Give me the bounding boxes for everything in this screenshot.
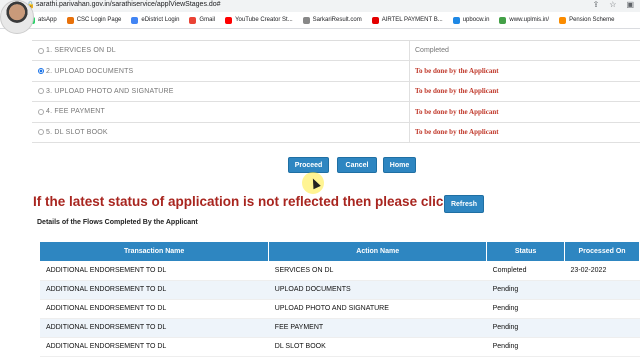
bookmark-favicon-icon bbox=[302, 16, 310, 24]
bookmark-item[interactable]: AIRTEL PAYMENT B... bbox=[371, 16, 443, 24]
cell-transaction-name: ADDITIONAL ENDORSEMENT TO DL bbox=[40, 318, 269, 338]
stage-name: 4. FEE PAYMENT bbox=[46, 108, 105, 116]
share-icon[interactable]: ⇪ bbox=[593, 0, 600, 9]
stage-status: Completed bbox=[415, 47, 449, 55]
bookmarks-bar: atsApp CSC Login Page eDistrict Login Gmail… bbox=[0, 12, 640, 29]
application-stages-table: 1. SERVICES ON DL Completed 2. UPLOAD DOCU… bbox=[32, 40, 640, 143]
cell-action-name: FEE PAYMENT bbox=[268, 318, 487, 338]
cell-status: Pending bbox=[486, 318, 565, 338]
table-row: ADDITIONAL ENDORSEMENT TO DL DL SLOT BOOK… bbox=[40, 337, 640, 357]
stage-row: 5. DL SLOT BOOK To be done by the Applica… bbox=[32, 122, 640, 143]
bookmark-label: AIRTEL PAYMENT B... bbox=[381, 17, 443, 23]
cell-transaction-name: ADDITIONAL ENDORSEMENT TO DL bbox=[40, 337, 269, 357]
bookmark-label: eDistrict Login bbox=[141, 17, 180, 23]
stage-row: 4. FEE PAYMENT To be done by the Applican… bbox=[32, 102, 640, 123]
cell-status: Pending bbox=[486, 337, 565, 357]
refresh-button[interactable]: Refresh bbox=[444, 195, 484, 213]
column-divider bbox=[409, 81, 410, 102]
bookmark-favicon-icon bbox=[371, 16, 379, 24]
stage-name: 3. UPLOAD PHOTO AND SIGNATURE bbox=[46, 87, 174, 95]
cell-transaction-name: ADDITIONAL ENDORSEMENT TO DL bbox=[40, 280, 269, 300]
cell-action-name: SERVICES ON DL bbox=[268, 261, 487, 281]
stage-status: To be done by the Applicant bbox=[415, 67, 499, 76]
table-row: ADDITIONAL ENDORSEMENT TO DL SERVICES ON … bbox=[40, 261, 640, 281]
column-divider bbox=[409, 102, 410, 122]
column-divider bbox=[409, 122, 410, 142]
stage-radio[interactable] bbox=[38, 108, 44, 115]
table-row: ADDITIONAL ENDORSEMENT TO DL FEE PAYMENT P… bbox=[40, 318, 640, 338]
status-notice: If the latest status of application is n… bbox=[33, 194, 472, 209]
cell-status: Pending bbox=[486, 299, 565, 319]
url-text[interactable]: sarathi.parivahan.gov.in/sarathiservice/… bbox=[36, 1, 221, 8]
cell-action-name: UPLOAD PHOTO AND SIGNATURE bbox=[268, 299, 487, 319]
bookmark-item[interactable]: Gmail bbox=[189, 16, 216, 24]
header-processed-on: Processed On bbox=[564, 242, 640, 261]
stage-name: 5. DL SLOT BOOK bbox=[46, 128, 108, 136]
cell-processed-on bbox=[564, 280, 640, 300]
cell-transaction-name: ADDITIONAL ENDORSEMENT TO DL bbox=[40, 261, 269, 281]
proceed-button[interactable]: Proceed bbox=[288, 157, 329, 173]
bookmark-item[interactable]: YouTube Creator St... bbox=[225, 16, 293, 24]
bookmark-favicon-icon bbox=[452, 16, 460, 24]
stage-radio[interactable] bbox=[38, 68, 44, 75]
bookmark-favicon-icon bbox=[559, 16, 567, 24]
cell-action-name: DL SLOT BOOK bbox=[268, 337, 487, 357]
column-divider bbox=[409, 41, 410, 61]
bookmark-label: www.uplmis.in/ bbox=[509, 17, 550, 23]
webcam-overlay bbox=[0, 0, 34, 34]
bookmark-item[interactable]: upbocw.in bbox=[452, 16, 490, 24]
bookmark-label: Pension Scheme bbox=[569, 17, 615, 23]
browser-actions: ⇪ ☆ ▣ bbox=[593, 0, 634, 9]
header-transaction-name: Transaction Name bbox=[40, 242, 270, 261]
star-icon[interactable]: ☆ bbox=[609, 0, 616, 9]
bookmark-label: YouTube Creator St... bbox=[235, 17, 293, 23]
bookmark-label: atsApp bbox=[38, 17, 57, 23]
header-action-name: Action Name bbox=[268, 242, 488, 261]
flows-table: Transaction Name Action Name Status Proc… bbox=[40, 242, 640, 357]
cell-processed-on: 23-02-2022 bbox=[564, 261, 640, 281]
bookmark-favicon-icon bbox=[189, 16, 197, 24]
bookmark-item[interactable]: SarkariResult.com bbox=[302, 16, 362, 24]
bookmark-label: CSC Login Page bbox=[76, 17, 122, 23]
bookmark-favicon-icon bbox=[66, 16, 74, 24]
cell-processed-on bbox=[564, 299, 640, 319]
flows-title: Details of the Flows Completed By the Ap… bbox=[37, 219, 198, 226]
bookmark-label: upbocw.in bbox=[462, 17, 490, 23]
cancel-button[interactable]: Cancel bbox=[337, 157, 377, 173]
header-status: Status bbox=[486, 242, 566, 261]
bookmark-favicon-icon bbox=[131, 16, 139, 24]
bookmark-favicon-icon bbox=[499, 16, 507, 24]
stage-status: To be done by the Applicant bbox=[415, 107, 499, 116]
cell-status: Pending bbox=[486, 280, 565, 300]
bookmark-item[interactable]: www.uplmis.in/ bbox=[499, 16, 550, 24]
stage-radio[interactable] bbox=[38, 88, 44, 95]
stage-name: 2. UPLOAD DOCUMENTS bbox=[46, 67, 134, 75]
table-row: ADDITIONAL ENDORSEMENT TO DL UPLOAD PHOTO… bbox=[40, 299, 640, 319]
stage-status: To be done by the Applicant bbox=[415, 128, 499, 137]
stage-name: 1. SERVICES ON DL bbox=[46, 47, 116, 55]
home-button[interactable]: Home bbox=[383, 157, 416, 173]
bookmark-label: SarkariResult.com bbox=[312, 17, 362, 23]
bookmark-item[interactable]: Pension Scheme bbox=[559, 16, 615, 24]
cell-processed-on bbox=[564, 318, 640, 338]
cell-status: Completed bbox=[486, 261, 565, 281]
bookmark-item[interactable]: eDistrict Login bbox=[131, 16, 180, 24]
bookmark-label: Gmail bbox=[199, 17, 216, 23]
stage-radio[interactable] bbox=[38, 129, 44, 136]
cell-action-name: UPLOAD DOCUMENTS bbox=[268, 280, 487, 300]
bookmark-item[interactable]: CSC Login Page bbox=[66, 16, 122, 24]
extension-icon[interactable]: ▣ bbox=[626, 0, 634, 9]
table-row: ADDITIONAL ENDORSEMENT TO DL UPLOAD DOCUM… bbox=[40, 280, 640, 300]
stage-row: 3. UPLOAD PHOTO AND SIGNATURE To be done … bbox=[32, 81, 640, 103]
address-bar[interactable]: 🔒 sarathi.parivahan.gov.in/sarathiservic… bbox=[0, 0, 640, 12]
cell-processed-on bbox=[564, 337, 640, 357]
stage-row: 1. SERVICES ON DL Completed bbox=[32, 41, 640, 62]
flows-header-row: Transaction Name Action Name Status Proc… bbox=[40, 242, 640, 261]
column-divider bbox=[409, 61, 410, 81]
bookmark-favicon-icon bbox=[225, 16, 233, 24]
stage-status: To be done by the Applicant bbox=[415, 87, 499, 96]
cell-transaction-name: ADDITIONAL ENDORSEMENT TO DL bbox=[40, 299, 269, 319]
stage-radio[interactable] bbox=[38, 47, 44, 54]
stage-row: 2. UPLOAD DOCUMENTS To be done by the App… bbox=[32, 61, 640, 82]
